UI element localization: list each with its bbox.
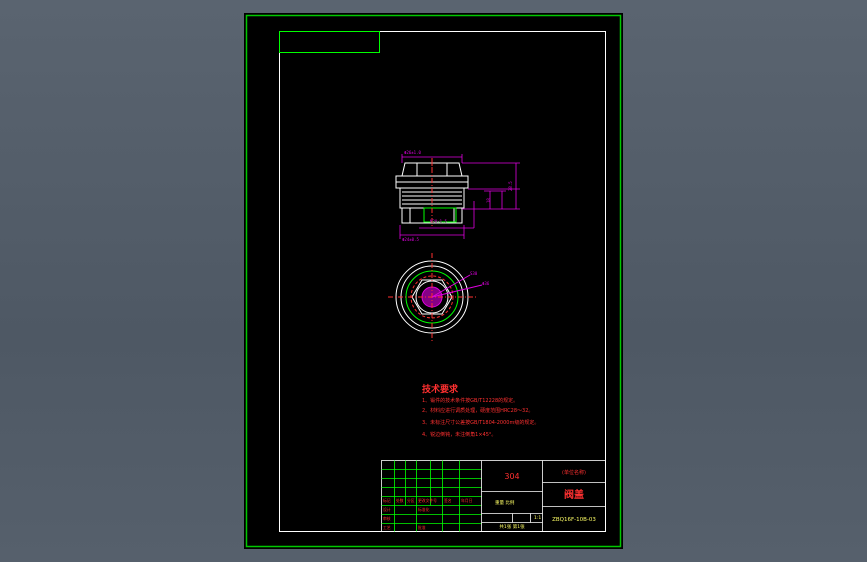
tech-req-item-1: 1、锻件的技术条件按GB/T12228的规定。 — [422, 397, 518, 404]
tb-label-2: 分区 — [407, 498, 415, 503]
sheet-info: 共1张 第1张 — [499, 523, 525, 530]
tb-label-3: 更改文件号 — [418, 498, 437, 503]
tb-label-10: 批准 — [418, 525, 426, 530]
front-view — [395, 158, 469, 228]
tb-label-6: 设计 — [383, 507, 391, 512]
tb-label-5: 年月日 — [461, 498, 473, 503]
dim-base-dia: Φ24±0.5 — [402, 237, 419, 242]
drawing-canvas: Φ26±1.0 28.5 18 M30×1.5 Φ24±0.5 Φ36 S30 … — [245, 14, 622, 548]
tech-req-heading: 技术要求 — [422, 383, 459, 395]
dim-overall-height: 28.5 — [508, 181, 513, 191]
drawing-sheet: Φ26±1.0 28.5 18 M30×1.5 Φ24±0.5 Φ36 S30 … — [244, 13, 623, 549]
tech-req-item-2: 2、材料应进行调质处理，硬度范围HRC28～32。 — [422, 407, 533, 414]
scale-text: 1:1 — [534, 515, 541, 521]
mass-scale-label: 重量 比例 — [495, 499, 515, 506]
tb-label-4: 签名 — [444, 498, 452, 503]
material-text: 304 — [504, 472, 519, 481]
part-name: 阀盖 — [564, 488, 584, 501]
tb-label-7: 标准化 — [418, 507, 430, 512]
dim-thread-len: 18 — [486, 198, 491, 203]
code-box — [279, 31, 380, 53]
tb-label-0: 标记 — [383, 498, 391, 503]
tech-requirements: 技术要求 1、锻件的技术条件按GB/T12228的规定。 2、材料应进行调质处理… — [422, 383, 539, 438]
plan-view — [388, 253, 483, 341]
tb-label-9: 工艺 — [383, 525, 391, 530]
tech-req-item-4: 4、锐边倒钝，未注倒角1×45°。 — [422, 431, 496, 438]
tech-req-item-3: 3、未标注尺寸公差按GB/T1804-2000m级的规定。 — [422, 419, 539, 426]
dim-hex-note: S30 — [470, 271, 478, 276]
company-label: (单位名称) — [562, 469, 586, 476]
dim-plan-dia: Φ36 — [482, 281, 490, 286]
tb-label-1: 处数 — [396, 498, 404, 503]
plan-view-dim-text: Φ36 S30 — [470, 271, 490, 286]
tb-label-8: 审核 — [383, 516, 391, 521]
drawing-number: ZBQ16F-10B-03 — [552, 517, 596, 523]
dim-thread: M30×1.5 — [430, 219, 447, 224]
dim-top-width: Φ26±1.0 — [404, 150, 421, 155]
